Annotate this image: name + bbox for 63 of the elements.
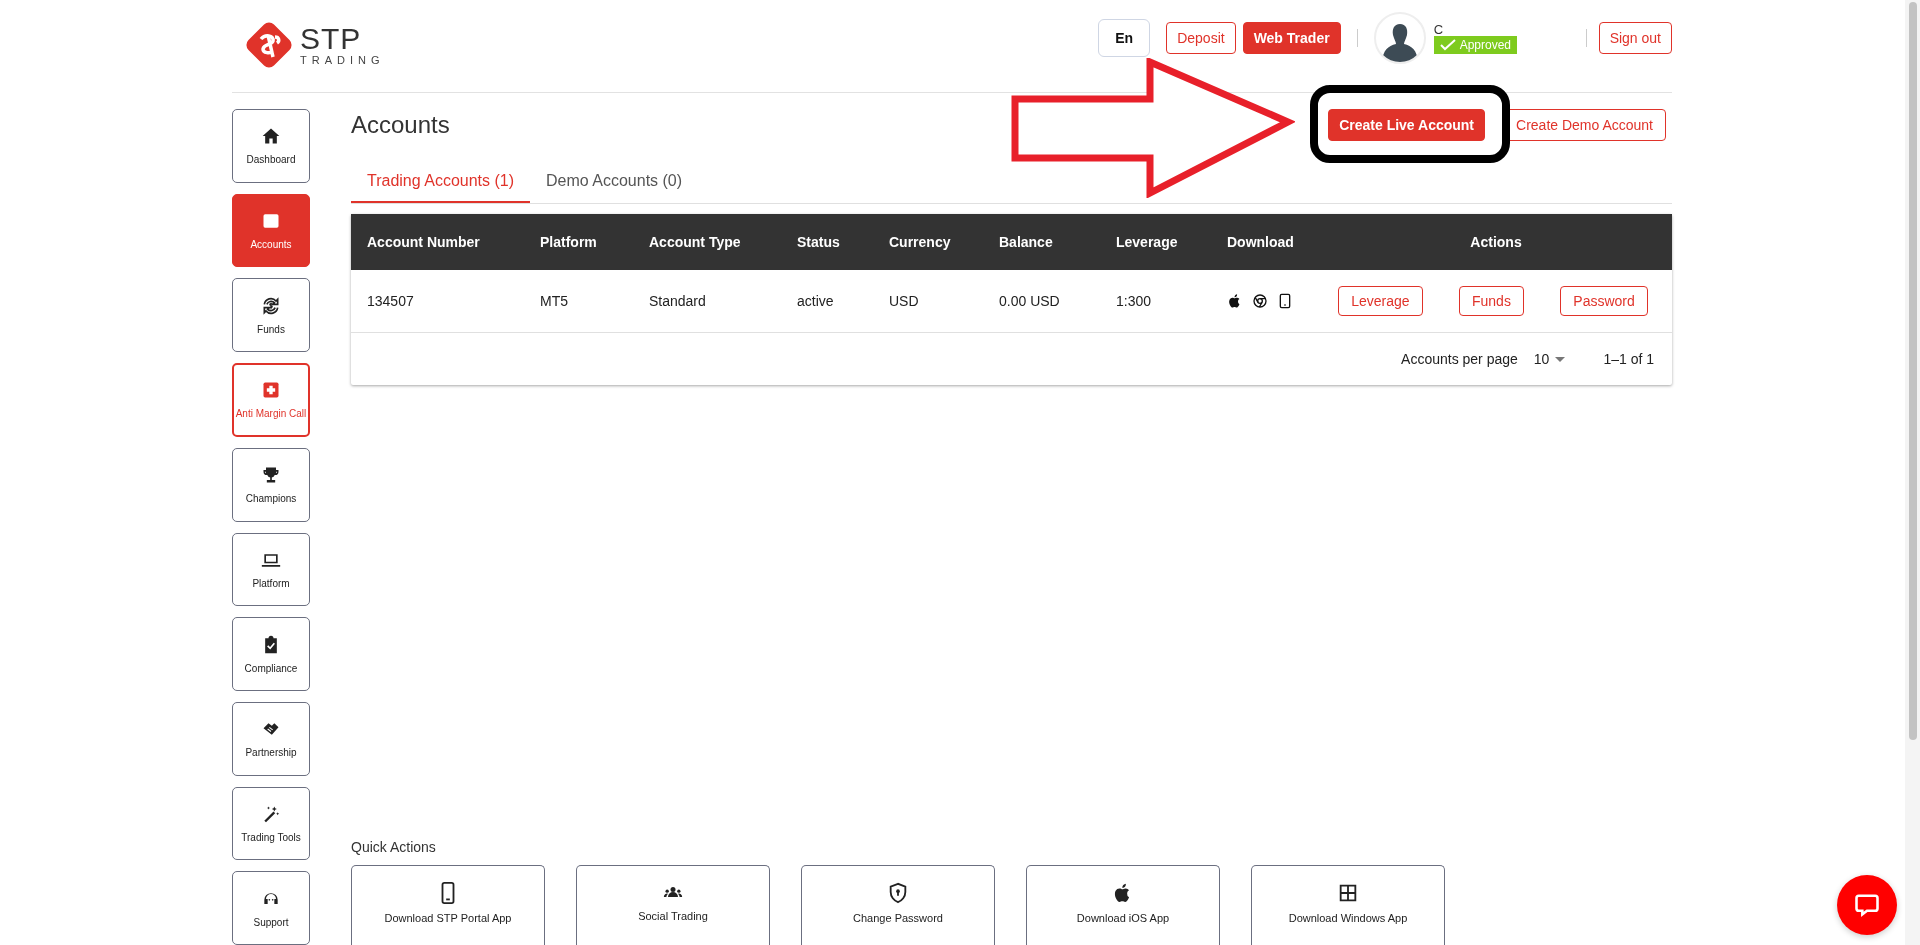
row-action-button[interactable]: Password	[1560, 286, 1648, 316]
column-header: Account Number	[367, 234, 481, 250]
user-name: C	[1433, 22, 1444, 36]
page-title: Accounts	[351, 111, 451, 139]
row-action-button[interactable]: Leverage	[1338, 286, 1423, 316]
sidebar-item[interactable]: Support	[232, 871, 310, 945]
sidebar-item[interactable]: Funds	[232, 278, 310, 353]
table-cell-text: USD	[889, 293, 920, 309]
sidebar-item[interactable]: Platform	[232, 532, 310, 607]
browser-icon[interactable]	[1252, 293, 1268, 309]
column-header: Balance	[999, 234, 1054, 250]
sidebar-item[interactable]: Trading Tools	[232, 786, 310, 861]
create-live-account-button[interactable]: Create Live Account	[1328, 109, 1486, 141]
quick-action-card[interactable]: Download iOS App	[1026, 865, 1220, 945]
quick-action-card[interactable]: Download Windows App	[1251, 865, 1445, 945]
rows-per-page-select[interactable]: 10	[1527, 351, 1566, 367]
deposit-button[interactable]: Deposit	[1166, 22, 1236, 54]
logo-name: STP	[300, 24, 363, 54]
chat-button[interactable]	[1837, 875, 1897, 935]
trophy-icon	[261, 465, 281, 486]
sign-out-button[interactable]: Sign out	[1598, 22, 1672, 54]
column-header: Status	[797, 234, 841, 250]
plus-icon	[261, 380, 281, 401]
language-button[interactable]: En	[1098, 19, 1151, 57]
caret-icon	[1555, 356, 1566, 362]
row-action-button[interactable]: Funds	[1459, 286, 1524, 316]
tablet-icon[interactable]	[1277, 293, 1293, 309]
web-trader-button[interactable]: Web Trader	[1242, 22, 1341, 54]
column-header: Leverage	[1116, 234, 1179, 250]
tab[interactable]: Demo Accounts (0)	[530, 161, 699, 203]
table-cell-text: 1:300	[1116, 293, 1153, 309]
logo-tagline: TRADING	[300, 54, 385, 66]
dollar-exchange-icon	[261, 295, 281, 316]
page-range: 1–1 of 1	[1603, 351, 1654, 367]
column-header: Download	[1227, 234, 1295, 250]
tab[interactable]: Trading Accounts (1)	[351, 161, 531, 203]
sidebar-item[interactable]: Partnership	[232, 701, 310, 776]
home-icon	[261, 126, 281, 147]
column-header: Currency	[889, 234, 952, 250]
shield-icon	[887, 882, 909, 904]
column-header: Account Type	[649, 234, 742, 250]
column-header: Actions	[1469, 234, 1523, 250]
table-cell-text: active	[797, 293, 835, 309]
scrollbar-thumb[interactable]	[1908, 2, 1917, 740]
table-cell-text: MT5	[540, 293, 569, 309]
chat-icon	[1853, 891, 1881, 919]
sidebar-item[interactable]: Dashboard	[232, 109, 310, 183]
rows-per-page-label: Accounts per page	[1401, 351, 1518, 367]
sidebar-item[interactable]: Anti Margin Call	[232, 363, 310, 437]
table-cell-text: Standard	[649, 293, 707, 309]
section-title: Quick Actions	[351, 839, 437, 855]
table-cell-text: 0.00 USD	[999, 293, 1061, 309]
sidebar-item[interactable]: Compliance	[232, 617, 310, 691]
approved-badge: Approved	[1433, 35, 1517, 54]
sidebar-item[interactable]: Champions	[232, 447, 310, 522]
quick-action-card[interactable]: Change Password	[801, 865, 995, 945]
table-cell-text: 134507	[367, 293, 415, 309]
person-icon	[1381, 22, 1418, 62]
quick-action-card[interactable]: Social Trading	[576, 865, 770, 945]
column-header: Platform	[540, 234, 598, 250]
quick-action-card[interactable]: Download STP Portal App	[351, 865, 545, 945]
windows-icon	[1337, 882, 1359, 904]
sidebar-item[interactable]: Accounts	[232, 193, 310, 268]
